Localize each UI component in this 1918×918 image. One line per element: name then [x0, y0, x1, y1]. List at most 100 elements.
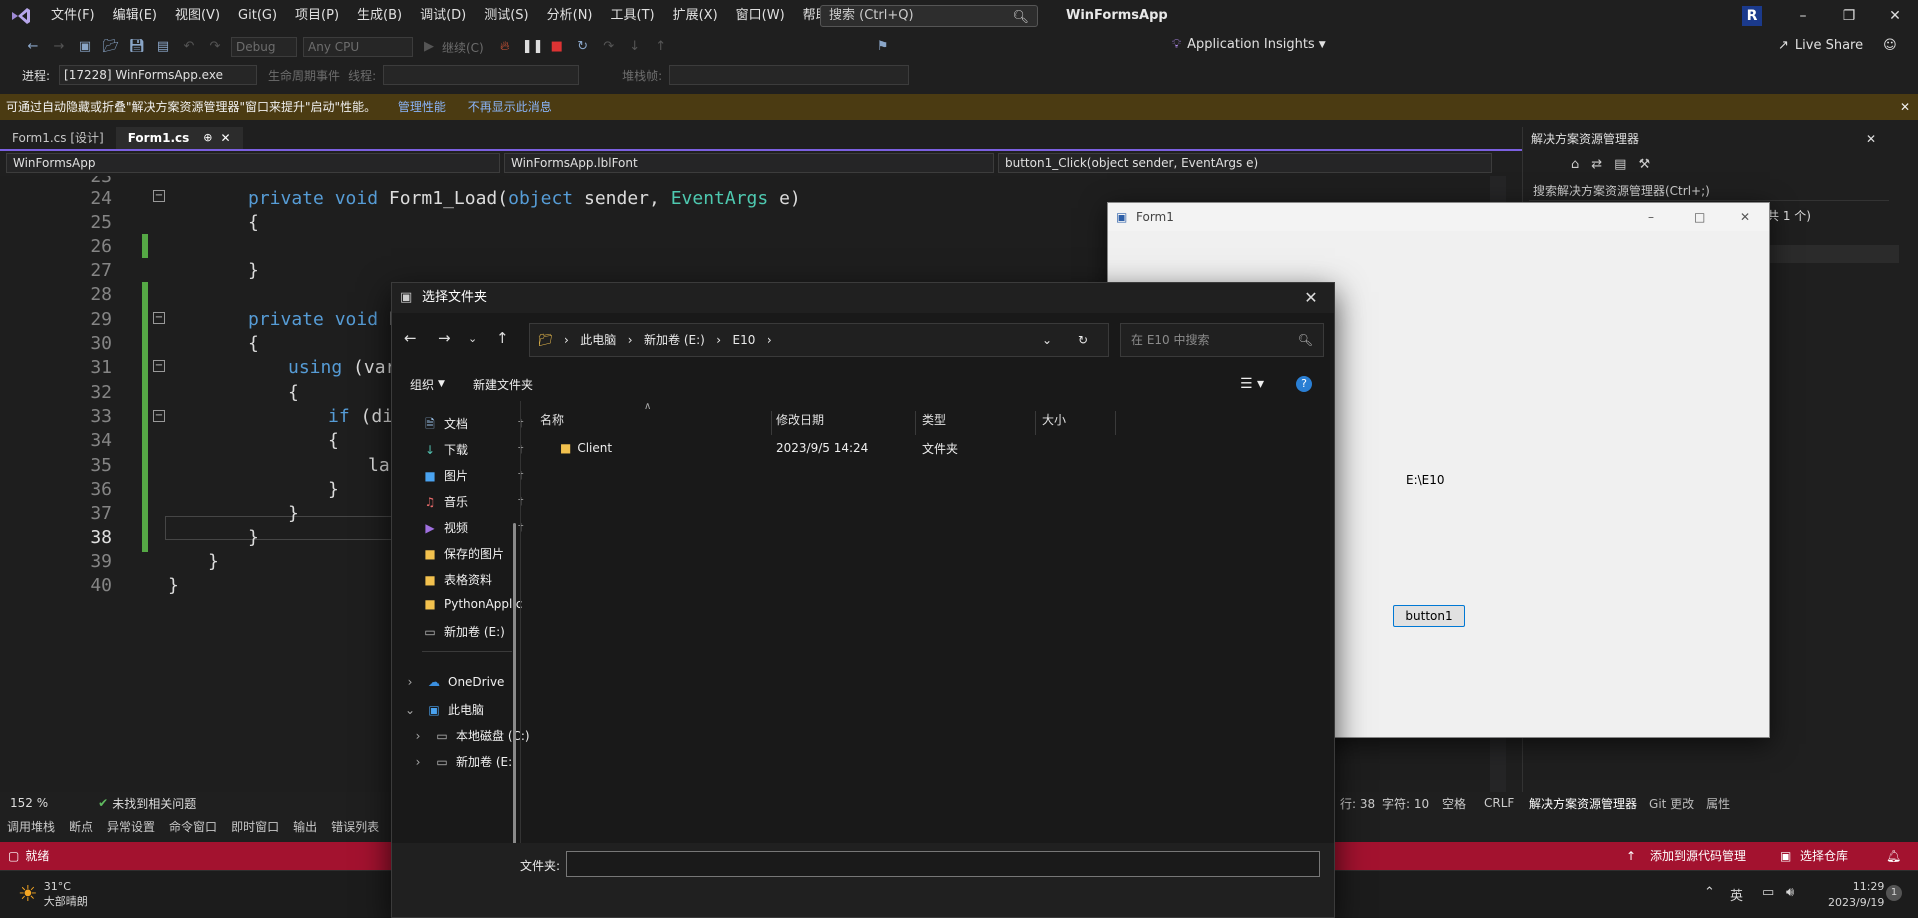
menu-test[interactable]: 测试(S): [475, 0, 537, 32]
organize-button[interactable]: 组织: [410, 376, 434, 393]
tab-close-icon[interactable]: ✕: [220, 127, 230, 149]
back-icon[interactable]: ←: [24, 39, 42, 55]
undo-icon[interactable]: ↶: [180, 39, 198, 55]
tab-output[interactable]: 输出: [293, 816, 317, 838]
nav-videos[interactable]: ▶ 视频: [422, 519, 468, 536]
process-select[interactable]: [17228] WinFormsApp.exe: [59, 65, 258, 85]
menu-view[interactable]: 视图(V): [166, 0, 229, 32]
platform-select[interactable]: Any CPU: [303, 37, 413, 57]
menu-window[interactable]: 窗口(W): [727, 0, 794, 32]
tab-properties[interactable]: 属性: [1706, 795, 1730, 812]
menu-git[interactable]: Git(G): [229, 0, 286, 32]
continue-icon[interactable]: ▶: [420, 39, 438, 55]
visual-studio-logo-icon[interactable]: [0, 0, 42, 32]
tab-breakpoints[interactable]: 断点: [69, 816, 93, 838]
address-dropdown-icon[interactable]: ⌄: [1042, 324, 1052, 356]
ime-indicator[interactable]: 英: [1730, 885, 1743, 904]
forward-icon[interactable]: →: [50, 39, 68, 55]
method-dropdown[interactable]: button1_Click(object sender, EventArgs e…: [998, 153, 1492, 173]
folder-name-input[interactable]: [566, 851, 1320, 877]
menu-file[interactable]: 文件(F): [42, 0, 104, 32]
open-icon[interactable]: 📂︎: [102, 39, 120, 55]
zoom-level[interactable]: 152 %: [10, 796, 48, 810]
redo-icon[interactable]: ↷: [206, 39, 224, 55]
step-out-icon[interactable]: ↑: [652, 39, 670, 55]
member-dropdown[interactable]: WinFormsApp.lblFont: [504, 153, 994, 173]
tab-error-list[interactable]: 错误列表: [331, 816, 379, 838]
nav-python-app[interactable]: ■ PythonApplicat: [422, 597, 522, 611]
nav-pictures[interactable]: ■ 图片: [422, 467, 468, 484]
step-over-icon[interactable]: ↷: [600, 39, 618, 55]
home-icon[interactable]: ⌂: [1571, 157, 1579, 172]
network-icon[interactable]: ▭: [1762, 885, 1774, 900]
break-all-icon[interactable]: ❚❚: [522, 39, 544, 55]
step-into-icon[interactable]: ↓: [626, 39, 644, 55]
up-icon[interactable]: ↑: [496, 329, 509, 347]
dialog-search-input[interactable]: 在 E10 中搜索 🔍︎: [1120, 323, 1324, 357]
collapse-chevron-icon[interactable]: ⌄: [402, 703, 418, 717]
refresh-icon[interactable]: ↻: [1078, 324, 1088, 356]
column-type[interactable]: 类型: [916, 411, 1036, 435]
address-bar[interactable]: 📁︎ › 此电脑 › 新加卷 (E:) › E10 › ⌄ ↻: [529, 323, 1109, 357]
line-ending-indicator[interactable]: CRLF: [1484, 796, 1514, 810]
collapse-icon[interactable]: −: [153, 360, 165, 372]
menu-analyze[interactable]: 分析(N): [538, 0, 602, 32]
nav-this-pc[interactable]: ⌄ ▣ 此电脑: [402, 701, 484, 718]
menu-extensions[interactable]: 扩展(X): [664, 0, 727, 32]
tab-form1-cs[interactable]: Form1.cs ⊕ ✕: [115, 127, 243, 149]
restart-icon[interactable]: ↻: [574, 39, 592, 55]
dont-show-again-link[interactable]: 不再显示此消息: [468, 100, 552, 114]
help-icon[interactable]: ?: [1296, 376, 1312, 392]
whitespace-indicator[interactable]: 空格: [1442, 795, 1466, 812]
column-date-modified[interactable]: 修改日期: [772, 411, 916, 435]
continue-button[interactable]: 继续(C): [442, 39, 484, 56]
forward-icon[interactable]: →: [438, 329, 451, 347]
pane-close-icon[interactable]: ✕: [1866, 127, 1876, 151]
save-all-icon[interactable]: ▤: [154, 39, 172, 55]
collapse-icon[interactable]: −: [153, 312, 165, 324]
add-source-control-button[interactable]: 添加到源代码管理: [1650, 842, 1746, 870]
select-repo-button[interactable]: 选择仓库: [1800, 842, 1848, 870]
dialog-close-icon[interactable]: ✕: [1296, 283, 1326, 313]
collapse-icon[interactable]: −: [153, 190, 165, 202]
save-icon[interactable]: 💾︎: [128, 39, 146, 55]
recent-chevron-icon[interactable]: ⌄: [468, 332, 477, 345]
close-icon[interactable]: ✕: [1872, 0, 1918, 32]
manage-performance-link[interactable]: 管理性能: [398, 100, 446, 114]
tab-form1-designer[interactable]: Form1.cs [设计]: [0, 127, 116, 149]
nav-scrollbar[interactable]: [513, 523, 516, 883]
properties-icon[interactable]: ⚒: [1638, 157, 1650, 172]
menu-project[interactable]: 项目(P): [286, 0, 348, 32]
form-maximize-icon[interactable]: □: [1694, 203, 1705, 231]
project-dropdown[interactable]: WinFormsApp: [6, 153, 500, 173]
nav-volume-e-tree[interactable]: › ▭ 新加卷 (E:): [410, 753, 517, 770]
nav-downloads[interactable]: ↓ 下载: [422, 441, 468, 458]
live-share-button[interactable]: ↗ Live Share ☺: [1778, 38, 1897, 53]
expand-chevron-icon[interactable]: ›: [402, 675, 418, 689]
global-search-input[interactable]: 搜索 (Ctrl+Q) 🔍︎: [820, 5, 1038, 27]
back-icon[interactable]: ←: [404, 329, 417, 347]
menu-build[interactable]: 生成(B): [348, 0, 411, 32]
hot-reload-icon[interactable]: 🔥︎: [496, 39, 514, 55]
bookmark-icon[interactable]: ⚑: [874, 39, 892, 55]
minimize-icon[interactable]: –: [1780, 0, 1826, 32]
solution-search-input[interactable]: 搜索解决方案资源管理器(Ctrl+;): [1529, 181, 1889, 201]
breadcrumb-volume-e[interactable]: 新加卷 (E:): [644, 333, 705, 347]
column-size[interactable]: 大小: [1036, 411, 1116, 435]
tab-call-stack[interactable]: 调用堆栈: [7, 816, 55, 838]
new-folder-button[interactable]: 新建文件夹: [473, 376, 533, 393]
thread-select[interactable]: [383, 65, 580, 85]
tab-exception-settings[interactable]: 异常设置: [107, 816, 155, 838]
menu-edit[interactable]: 编辑(E): [104, 0, 166, 32]
view-options-icon[interactable]: ☰ ▾: [1240, 376, 1264, 392]
tray-chevron-icon[interactable]: ⌃: [1704, 885, 1715, 900]
feedback-icon[interactable]: ☺: [1883, 38, 1897, 53]
menu-debug[interactable]: 调试(D): [411, 0, 475, 32]
breadcrumb-e10[interactable]: E10: [733, 333, 756, 347]
tab-solution-explorer[interactable]: 解决方案资源管理器: [1529, 795, 1637, 812]
nav-volume-e[interactable]: ▭ 新加卷 (E:): [422, 623, 504, 640]
profile-avatar[interactable]: R: [1742, 6, 1762, 26]
notification-badge[interactable]: 1: [1886, 885, 1902, 901]
volume-icon[interactable]: 🔊︎: [1786, 885, 1794, 900]
restore-icon[interactable]: ❐: [1826, 0, 1872, 32]
